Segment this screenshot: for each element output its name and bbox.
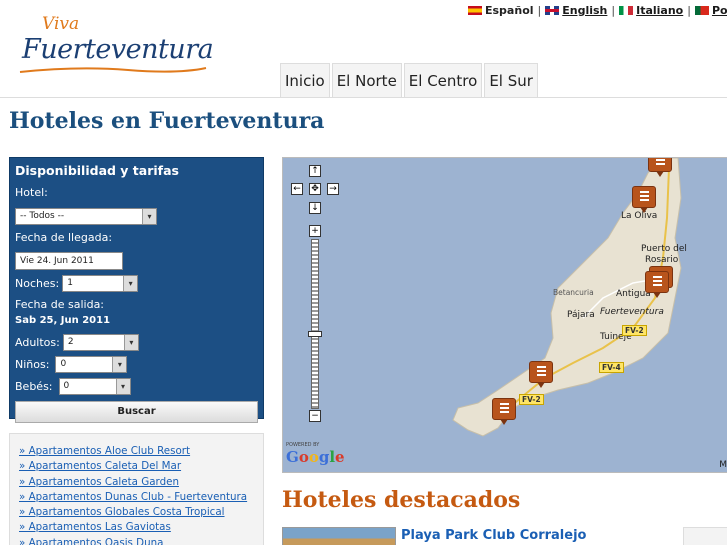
pan-left-button[interactable]: ←	[291, 183, 303, 195]
road-fv2-south: FV-2	[519, 394, 544, 405]
language-portugues-link[interactable]: Por	[712, 4, 727, 17]
logo-fuerteventura: Fuerteventura	[22, 34, 214, 65]
hotel-marker[interactable]	[645, 271, 669, 298]
zoom-in-button[interactable]: +	[309, 225, 321, 237]
italy-flag-icon	[619, 6, 634, 15]
pan-up-button[interactable]: ↑	[309, 165, 321, 177]
featured-hotel-card[interactable]: Playa Park Club Corralejo	[282, 527, 674, 545]
nav-el-sur[interactable]: El Sur	[484, 63, 538, 97]
hotel-link[interactable]: » Apartamentos Las Gaviotas	[19, 520, 263, 535]
hotel-select[interactable]: -- Todos -- ▾	[15, 208, 157, 225]
language-english-link[interactable]: English	[562, 4, 607, 17]
map-label-betancuria: Betancuria	[553, 288, 594, 297]
nights-select-value: 1	[67, 278, 73, 288]
hotel-link[interactable]: » Apartamentos Caleta Del Mar	[19, 459, 263, 474]
hotel-link[interactable]: » Apartamentos Oasis Duna	[19, 536, 263, 545]
main-nav: Inicio El Norte El Centro El Sur	[280, 63, 540, 97]
babies-select[interactable]: 0 ▾	[58, 378, 131, 395]
hotel-marker[interactable]	[529, 361, 553, 388]
arrival-label: Fecha de llegada:	[15, 231, 113, 244]
babies-select-value: 0	[63, 381, 70, 391]
featured-hotels-title: Hoteles destacados	[282, 487, 521, 513]
departure-date: Sab 25, Jun 2011	[15, 315, 111, 326]
chevron-down-icon: ▾	[123, 276, 138, 291]
hotel-link[interactable]: » Apartamentos Globales Costa Tropical	[19, 505, 263, 520]
featured-hotel-image[interactable]	[282, 527, 396, 545]
logo-viva: Viva	[42, 14, 80, 34]
hotel-label: Hotel:	[15, 186, 48, 199]
nights-select[interactable]: 1 ▾	[62, 275, 139, 292]
map-label-puerto-del: Puerto del	[641, 244, 687, 254]
pan-down-button[interactable]: ↓	[309, 202, 321, 214]
hotel-marker[interactable]	[492, 398, 516, 425]
children-select[interactable]: 0 ▾	[55, 356, 128, 373]
nav-el-norte[interactable]: El Norte	[331, 63, 402, 97]
pan-right-button[interactable]: →	[327, 183, 339, 195]
separator: |	[687, 4, 691, 17]
departure-label: Fecha de salida:	[15, 298, 105, 311]
adults-label: Adultos:	[15, 336, 60, 349]
language-bar: Español|English|Italiano|Por	[468, 4, 727, 17]
uk-flag-icon	[545, 6, 560, 15]
road-fv4: FV-4	[599, 362, 624, 373]
spain-flag-icon	[468, 6, 482, 15]
hotel-link[interactable]: » Apartamentos Caleta Garden	[19, 475, 263, 490]
hotel-link[interactable]: » Apartamentos Dunas Club - Fuerteventur…	[19, 490, 263, 505]
pan-center-button[interactable]: ✥	[309, 183, 321, 195]
site-logo[interactable]: Viva Fuerteventura	[18, 14, 214, 84]
page: Español|English|Italiano|Por Viva Fuerte…	[0, 0, 727, 545]
page-title: Hoteles en Fuerteventura	[9, 108, 325, 134]
separator: |	[611, 4, 616, 17]
map-corner-text: M	[719, 460, 727, 470]
zoom-slider-handle[interactable]	[308, 331, 322, 337]
map-label-pajara: Pájara	[567, 310, 595, 320]
availability-title: Disponibilidad y tarifas	[15, 163, 179, 178]
nav-inicio[interactable]: Inicio	[280, 63, 330, 97]
nights-label: Noches:	[15, 277, 60, 290]
side-panel	[683, 527, 727, 545]
nav-el-centro[interactable]: El Centro	[403, 63, 483, 97]
chevron-down-icon: ▾	[142, 209, 156, 224]
language-espanol[interactable]: Español	[485, 4, 534, 17]
road-fv2-north: FV-2	[622, 325, 647, 336]
google-wordmark: Google	[286, 448, 345, 466]
hotels-map[interactable]: ↑ ← ✥ → ↓ + − La Oliva Puerto del Rosari…	[282, 157, 727, 473]
availability-form: Disponibilidad y tarifas Hotel: -- Todos…	[9, 157, 264, 423]
children-label: Niños:	[15, 358, 50, 371]
chevron-down-icon: ▾	[123, 335, 138, 350]
zoom-slider[interactable]	[311, 239, 319, 409]
featured-hotel-name[interactable]: Playa Park Club Corralejo	[401, 528, 586, 543]
zoom-out-button[interactable]: −	[309, 410, 321, 422]
chevron-down-icon: ▾	[115, 379, 130, 394]
hotel-marker[interactable]	[632, 186, 656, 213]
children-select-value: 0	[60, 359, 67, 369]
hotel-link[interactable]: » Apartamentos Aloe Club Resort	[19, 444, 263, 459]
map-label-rosario: Rosario	[645, 255, 679, 265]
babies-label: Bebés:	[15, 380, 53, 393]
language-italiano-link[interactable]: Italiano	[636, 4, 683, 17]
search-button[interactable]: Buscar	[15, 401, 258, 423]
portugal-flag-icon	[694, 6, 709, 15]
separator: |	[537, 4, 542, 17]
header-divider	[0, 97, 727, 98]
adults-select-value: 2	[67, 337, 74, 347]
hotel-list: » Apartamentos Aloe Club Resort » Aparta…	[9, 433, 264, 545]
arrival-date-input[interactable]: Vie 24. Jun 2011	[15, 252, 123, 270]
chevron-down-icon: ▾	[112, 357, 127, 372]
adults-select[interactable]: 2 ▾	[62, 334, 139, 351]
hotel-marker[interactable]	[648, 158, 672, 177]
google-logo[interactable]: POWERED BY Google	[286, 442, 345, 466]
logo-swoosh-icon	[19, 67, 207, 73]
hotel-select-value: -- Todos --	[20, 211, 65, 221]
map-label-fuerteventura: Fuerteventura	[600, 307, 664, 317]
